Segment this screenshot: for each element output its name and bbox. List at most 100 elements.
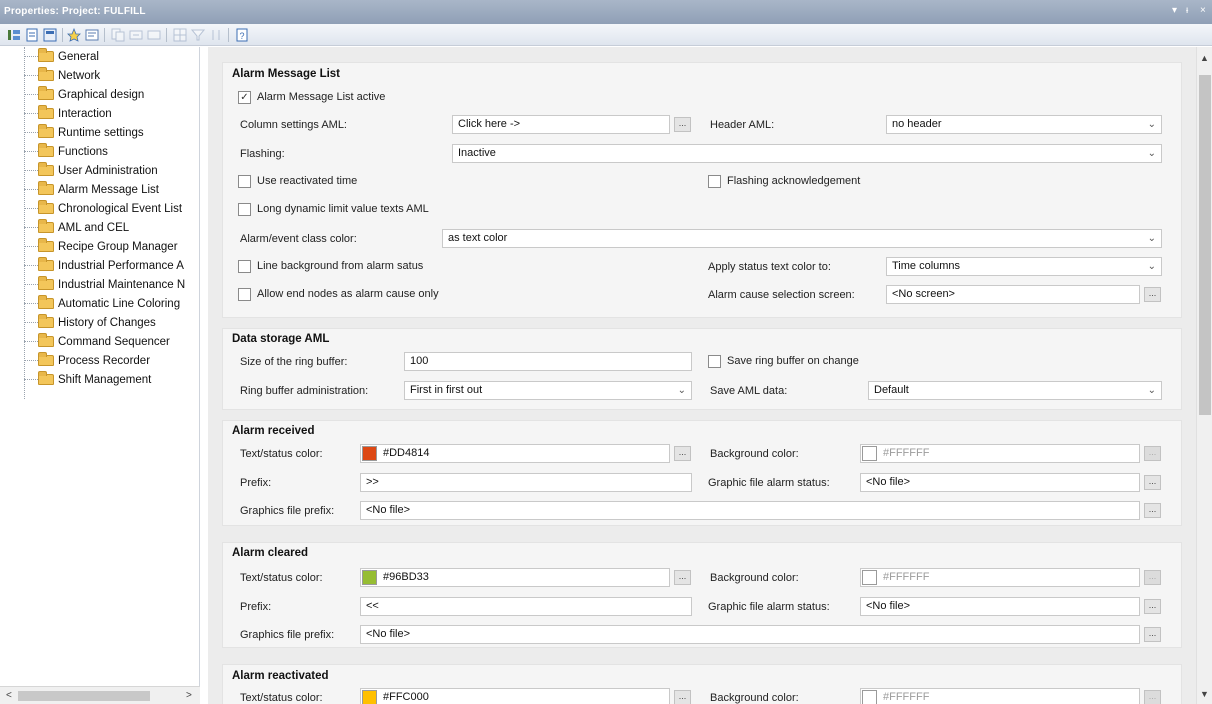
cleared-graphics-prefix-field[interactable]: <No file> bbox=[360, 625, 1140, 644]
tree-view-icon[interactable] bbox=[6, 27, 22, 43]
tree-item-history-of-changes[interactable]: History of Changes bbox=[24, 313, 156, 332]
window-title: Properties: Project: FULFILL bbox=[4, 6, 146, 17]
ring-admin-select[interactable]: First in first out ⌄ bbox=[404, 381, 692, 400]
cleared-graphics-prefix-browse-button[interactable]: ... bbox=[1144, 627, 1161, 642]
tree-item-recipe-group-manager[interactable]: Recipe Group Manager bbox=[24, 237, 178, 256]
received-bg-browse-button[interactable]: ... bbox=[1144, 446, 1161, 461]
tree-item-shift-management[interactable]: Shift Management bbox=[24, 370, 151, 389]
cause-screen-browse-button[interactable]: ... bbox=[1144, 287, 1161, 302]
reactivated-color-swatch[interactable] bbox=[362, 690, 377, 704]
received-prefix-field[interactable]: >> bbox=[360, 473, 692, 492]
use-reactivated-checkbox[interactable] bbox=[238, 175, 251, 188]
flashing-select[interactable]: Inactive ⌄ bbox=[452, 144, 1162, 163]
cleared-graphic-status-browse-button[interactable]: ... bbox=[1144, 599, 1161, 614]
scroll-up-icon[interactable]: ▲ bbox=[1200, 53, 1209, 63]
cause-screen-label: Alarm cause selection screen: bbox=[708, 289, 855, 301]
reactivated-bg-color-field[interactable]: #FFFFFF bbox=[860, 688, 1140, 704]
collapse-icon[interactable] bbox=[146, 27, 162, 43]
ring-size-label: Size of the ring buffer: bbox=[240, 356, 348, 368]
sort-icon[interactable] bbox=[208, 27, 224, 43]
save-data-select[interactable]: Default ⌄ bbox=[868, 381, 1162, 400]
cleared-bg-swatch[interactable] bbox=[862, 570, 877, 585]
use-reactivated-label: Use reactivated time bbox=[257, 175, 358, 187]
received-graphic-status-browse-button[interactable]: ... bbox=[1144, 475, 1161, 490]
cleared-bg-browse-button[interactable]: ... bbox=[1144, 570, 1161, 585]
dropdown-icon[interactable]: ▾ bbox=[1172, 5, 1177, 16]
expand-icon[interactable] bbox=[128, 27, 144, 43]
tree-item-industrial-maintenance[interactable]: Industrial Maintenance N bbox=[24, 275, 185, 294]
tree-item-functions[interactable]: Functions bbox=[24, 142, 108, 161]
received-color-swatch[interactable] bbox=[362, 446, 377, 461]
reactivated-color-browse-button[interactable]: ... bbox=[674, 690, 691, 704]
cleared-bg-color-field[interactable]: #FFFFFF bbox=[860, 568, 1140, 587]
cleared-text-color-field[interactable]: #96BD33 bbox=[360, 568, 670, 587]
section-title: Alarm Message List bbox=[232, 68, 341, 80]
cleared-color-swatch[interactable] bbox=[362, 570, 377, 585]
cleared-color-browse-button[interactable]: ... bbox=[674, 570, 691, 585]
header-aml-select[interactable]: no header ⌄ bbox=[886, 115, 1162, 134]
toolbar: ? bbox=[0, 24, 1212, 46]
received-graphics-prefix-browse-button[interactable]: ... bbox=[1144, 503, 1161, 518]
scroll-thumb[interactable] bbox=[18, 691, 150, 701]
aml-active-checkbox[interactable]: ✓ bbox=[238, 91, 251, 104]
tree-item-interaction[interactable]: Interaction bbox=[24, 104, 112, 123]
ring-size-field[interactable]: 100 bbox=[404, 352, 692, 371]
reactivated-bg-swatch[interactable] bbox=[862, 690, 877, 704]
cleared-prefix-field[interactable]: << bbox=[360, 597, 692, 616]
copy-icon[interactable] bbox=[110, 27, 126, 43]
received-graphics-prefix-field[interactable]: <No file> bbox=[360, 501, 1140, 520]
column-settings-browse-button[interactable]: ... bbox=[674, 117, 691, 132]
tree-item-process-recorder[interactable]: Process Recorder bbox=[24, 351, 150, 370]
tree-item-runtime-settings[interactable]: Runtime settings bbox=[24, 123, 144, 142]
properties-icon[interactable] bbox=[84, 27, 100, 43]
received-bg-swatch[interactable] bbox=[862, 446, 877, 461]
allow-end-checkbox[interactable] bbox=[238, 288, 251, 301]
long-dynamic-checkbox[interactable] bbox=[238, 203, 251, 216]
properties-vertical-scrollbar[interactable]: ▲ ▼ bbox=[1196, 47, 1212, 704]
received-text-color-field[interactable]: #DD4814 bbox=[360, 444, 670, 463]
tree-item-chronological-event-list[interactable]: Chronological Event List bbox=[24, 199, 182, 218]
folder-icon bbox=[38, 314, 54, 328]
grid-icon[interactable] bbox=[172, 27, 188, 43]
reactivated-text-color-field[interactable]: #FFC000 bbox=[360, 688, 670, 704]
folder-icon bbox=[38, 48, 54, 62]
tree-item-command-sequencer[interactable]: Command Sequencer bbox=[24, 332, 170, 351]
page-view-icon[interactable] bbox=[24, 27, 40, 43]
column-settings-field[interactable]: Click here -> bbox=[452, 115, 670, 134]
save-ring-checkbox[interactable] bbox=[708, 355, 721, 368]
tree-item-user-administration[interactable]: User Administration bbox=[24, 161, 158, 180]
tree-item-network[interactable]: Network bbox=[24, 66, 100, 85]
ring-admin-value: First in first out bbox=[410, 384, 483, 396]
header-aml-label: Header AML: bbox=[710, 119, 775, 131]
close-icon[interactable]: × bbox=[1200, 5, 1206, 16]
tree-item-industrial-performance[interactable]: Industrial Performance A bbox=[24, 256, 184, 275]
tree-item-general[interactable]: General bbox=[24, 47, 99, 66]
filter-icon[interactable] bbox=[190, 27, 206, 43]
tree-item-graphical-design[interactable]: Graphical design bbox=[24, 85, 144, 104]
class-color-select[interactable]: as text color ⌄ bbox=[442, 229, 1162, 248]
help-icon[interactable]: ? bbox=[234, 27, 250, 43]
tree-horizontal-scrollbar[interactable]: < > bbox=[0, 686, 200, 704]
apply-status-select[interactable]: Time columns ⌄ bbox=[886, 257, 1162, 276]
received-bg-color-field[interactable]: #FFFFFF bbox=[860, 444, 1140, 463]
cause-screen-field[interactable]: <No screen> bbox=[886, 285, 1140, 304]
cleared-graphic-status-field[interactable]: <No file> bbox=[860, 597, 1140, 616]
received-graphic-status-field[interactable]: <No file> bbox=[860, 473, 1140, 492]
tree-item-alarm-message-list[interactable]: Alarm Message List bbox=[24, 180, 159, 199]
reactivated-bg-browse-button[interactable]: ... bbox=[1144, 690, 1161, 704]
scroll-down-icon[interactable]: ▼ bbox=[1200, 689, 1209, 699]
scroll-left-icon[interactable]: < bbox=[6, 690, 12, 701]
folder-icon bbox=[38, 143, 54, 157]
received-color-browse-button[interactable]: ... bbox=[674, 446, 691, 461]
scroll-right-icon[interactable]: > bbox=[186, 690, 192, 701]
folder-icon bbox=[38, 238, 54, 252]
chevron-down-icon: ⌄ bbox=[677, 385, 686, 396]
tree-item-automatic-line-coloring[interactable]: Automatic Line Coloring bbox=[24, 294, 180, 313]
flashing-ack-checkbox[interactable] bbox=[708, 175, 721, 188]
tree-item-aml-and-cel[interactable]: AML and CEL bbox=[24, 218, 129, 237]
list-view-icon[interactable] bbox=[42, 27, 58, 43]
favorite-icon[interactable] bbox=[66, 27, 82, 43]
pin-icon[interactable]: ᵻ bbox=[1186, 5, 1188, 16]
line-bg-checkbox[interactable] bbox=[238, 260, 251, 273]
scroll-thumb[interactable] bbox=[1199, 75, 1211, 415]
